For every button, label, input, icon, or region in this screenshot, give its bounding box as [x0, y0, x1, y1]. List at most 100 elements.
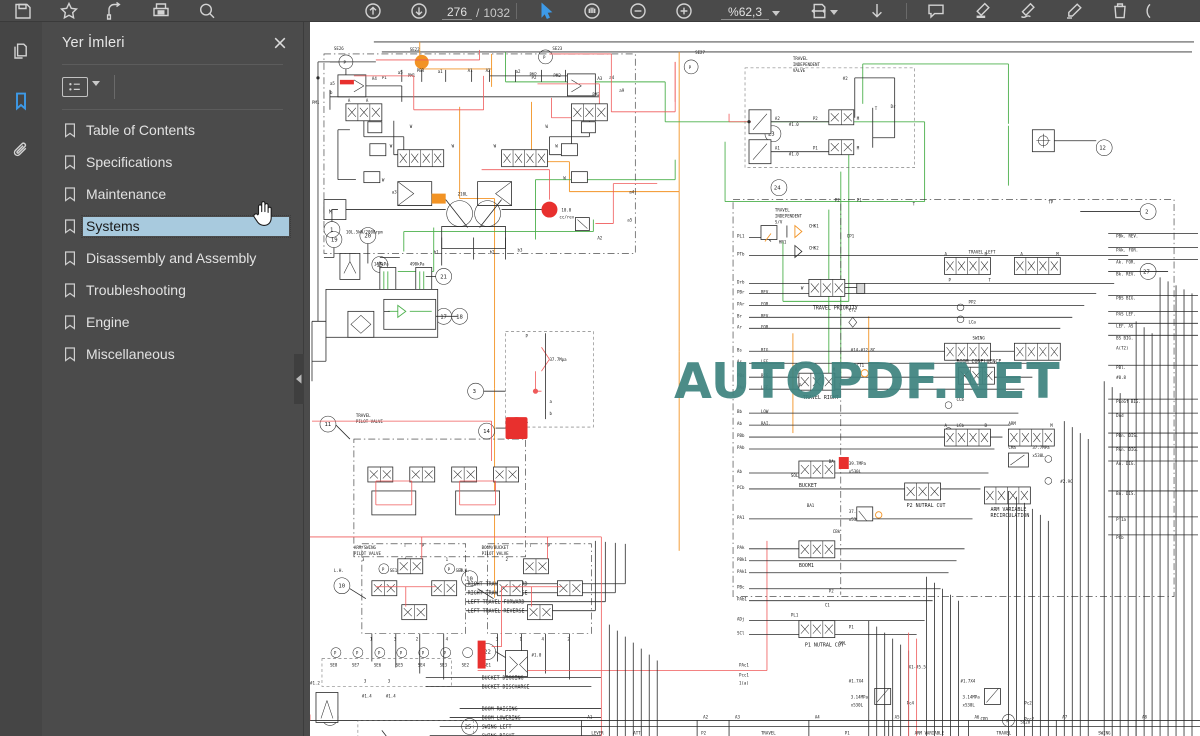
toolbar-divider-2 — [906, 3, 908, 19]
svg-text:a1: a1 — [438, 69, 443, 74]
svg-text:12: 12 — [1099, 146, 1106, 152]
zoom-control[interactable]: %62,3 — [721, 5, 781, 21]
svg-text:PILOT VALVE: PILOT VALVE — [354, 551, 382, 556]
select-tool-icon[interactable] — [523, 0, 569, 21]
bookmark-icon — [64, 155, 76, 175]
svg-text:BS BIG.: BS BIG. — [1116, 335, 1133, 340]
svg-text:a5: a5 — [627, 218, 632, 223]
svg-text:2: 2 — [1145, 210, 1148, 216]
svg-text:TRAVEL: TRAVEL — [793, 56, 808, 61]
bookmark-item-maintenance[interactable]: Maintenance — [42, 180, 303, 212]
draw-icon[interactable] — [1005, 0, 1051, 21]
svg-text:A2: A2 — [597, 236, 602, 241]
download-arrow-icon[interactable] — [854, 0, 900, 21]
svg-text:P2: P2 — [701, 730, 706, 735]
svg-text:20: 20 — [364, 234, 371, 240]
svg-text:P2 NUTRAL CUT: P2 NUTRAL CUT — [907, 503, 946, 509]
svg-text:SWING LEFT: SWING LEFT — [482, 724, 512, 730]
svg-text:Bn. DIS.: Bn. DIS. — [1116, 491, 1136, 496]
search-icon[interactable] — [184, 0, 230, 21]
bookmark-item-table-of-contents[interactable]: Table of Contents — [42, 116, 303, 148]
attachments-icon[interactable] — [6, 136, 36, 166]
chevron-down-icon[interactable] — [772, 11, 781, 16]
bookmarks-options-row — [42, 65, 303, 109]
document-viewer[interactable]: .w { stroke:#2b2b2b; fill:none; stroke-w… — [304, 22, 1200, 736]
options-divider — [114, 75, 115, 99]
top-toolbar: 276 / 1032 %62,3 — [0, 0, 1200, 22]
zoom-out-icon[interactable] — [615, 0, 661, 21]
close-icon[interactable] — [271, 34, 289, 52]
svg-text:PAs: PAs — [737, 385, 745, 390]
svg-text:Drb: Drb — [737, 279, 745, 284]
delete-icon[interactable] — [1097, 0, 1143, 21]
svg-text:#1.4: #1.4 — [362, 693, 372, 698]
list-options-icon[interactable] — [62, 77, 88, 97]
bookmark-item-miscellaneous[interactable]: Miscellaneous — [42, 340, 303, 372]
save-icon[interactable] — [0, 0, 46, 21]
bookmark-star-icon[interactable] — [46, 0, 92, 21]
svg-text:PM1: PM1 — [312, 100, 320, 105]
svg-text:SOL: SOL — [791, 473, 799, 478]
print-icon[interactable] — [138, 0, 184, 21]
svg-text:10.0: 10.0 — [561, 208, 571, 213]
svg-text:PP2: PP2 — [969, 299, 977, 304]
svg-text:As: As — [737, 359, 742, 364]
thumbnails-icon[interactable] — [6, 36, 36, 66]
highlight-icon[interactable] — [959, 0, 1005, 21]
svg-text:#0.8: #0.8 — [1116, 375, 1126, 380]
svg-text:19: 19 — [331, 238, 338, 244]
bookmark-item-specifications[interactable]: Specifications — [42, 148, 303, 180]
toolbar-left-group — [0, 0, 230, 21]
svg-text:P1: P1 — [857, 198, 862, 203]
svg-text:VALVE: VALVE — [793, 68, 806, 73]
pencil-edit-icon[interactable] — [1051, 0, 1097, 21]
arrow-up-circle-icon[interactable] — [350, 0, 396, 21]
toolbar-tools-group — [523, 0, 707, 21]
svg-text:a5: a5 — [330, 81, 335, 86]
svg-text:Pcc1: Pcc1 — [739, 673, 749, 678]
bookmark-item-systems[interactable]: Systems — [42, 212, 303, 244]
svg-text:11: 11 — [324, 422, 331, 428]
svg-text:LEFT TRAVEL REVERSE: LEFT TRAVEL REVERSE — [468, 609, 525, 615]
fit-width-icon[interactable] — [802, 0, 836, 21]
svg-text:#2.9C: #2.9C — [1060, 479, 1073, 484]
svg-text:TP: TP — [1048, 200, 1053, 205]
panel-collapse-handle[interactable] — [294, 354, 304, 404]
svg-text:LEVER: LEVER — [591, 730, 604, 735]
svg-text:PL1: PL1 — [737, 234, 745, 239]
svg-text:CT1: CT1 — [857, 363, 865, 368]
bookmark-item-engine[interactable]: Engine — [42, 308, 303, 340]
hand-tool-icon[interactable] — [569, 0, 615, 21]
arrow-down-circle-icon[interactable] — [396, 0, 442, 21]
svg-text:A7: A7 — [1062, 714, 1067, 719]
more-icon[interactable] — [1143, 0, 1165, 21]
svg-text:TRAVEL RIGHT: TRAVEL RIGHT — [803, 395, 839, 401]
triangle-left-icon — [296, 374, 302, 384]
page-number-input[interactable]: 276 — [442, 5, 472, 20]
svg-text:ARM: ARM — [1008, 421, 1016, 426]
zoom-in-icon[interactable] — [661, 0, 707, 21]
bookmark-item-troubleshooting[interactable]: Troubleshooting — [42, 276, 303, 308]
svg-text:CT2: CT2 — [849, 307, 857, 312]
svg-text:A4: A4 — [372, 76, 377, 81]
svg-text:PBl.: PBl. — [1116, 365, 1126, 370]
share-icon[interactable] — [92, 0, 138, 21]
comment-icon[interactable] — [913, 0, 959, 21]
bookmark-icon — [64, 187, 76, 207]
bookmarks-icon[interactable] — [6, 86, 36, 116]
svg-text:LCb: LCb — [957, 423, 965, 428]
svg-text:Dr: Dr — [891, 104, 896, 109]
svg-text:A3: A3 — [597, 76, 602, 81]
bookmark-item-disassembly-and-assembly[interactable]: Disassembly and Assembly — [42, 244, 303, 276]
svg-text:490kPa: 490kPa — [410, 261, 425, 266]
svg-text:BOOM/BUCKET: BOOM/BUCKET — [482, 545, 510, 550]
svg-text:24: 24 — [774, 186, 781, 192]
zoom-value[interactable]: %62,3 — [721, 5, 770, 20]
svg-text:Bk. REV.: Bk. REV. — [1116, 271, 1136, 276]
svg-text:SE27: SE27 — [695, 50, 705, 55]
options-chevron-down-icon[interactable] — [92, 81, 100, 86]
bookmark-icon — [64, 283, 76, 303]
bookmarks-panel-title: Yer İmleri — [62, 35, 125, 51]
pdf-page: .w { stroke:#2b2b2b; fill:none; stroke-w… — [310, 22, 1200, 736]
svg-text:CCb: CCb — [957, 397, 965, 402]
